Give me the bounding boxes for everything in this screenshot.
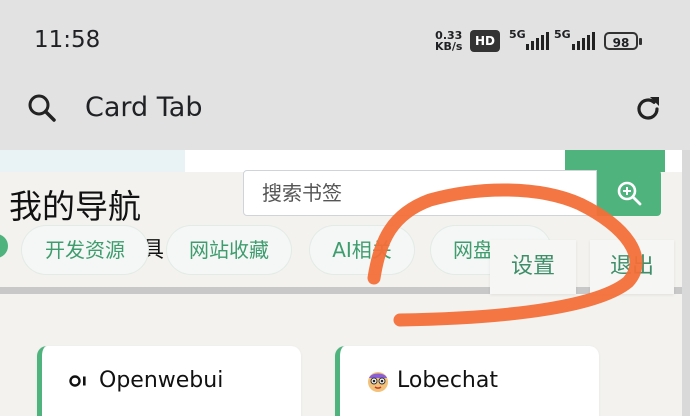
signal-icon [526,32,549,50]
status-time: 11:58 [34,27,101,53]
zoom-search-icon [617,181,642,206]
top-band-tab [0,150,185,172]
card-title: Lobechat [397,368,498,393]
search-button[interactable] [597,170,661,216]
category-chip[interactable]: AI相关 [310,226,414,274]
sim1-network: 5G [509,28,526,41]
sim2-network: 5G [554,28,571,41]
bookmark-card-lobechat[interactable]: Lobechat [335,346,599,416]
lobechat-logo-icon [368,372,388,392]
top-green-tab[interactable] [565,150,665,172]
net-speed-unit: KB/s [435,40,463,53]
category-chip[interactable]: 开发资源 [22,226,148,274]
app-bar: Card Tab [0,78,690,150]
battery-icon: 98 [604,32,642,50]
signal-icon [572,32,595,50]
search-icon[interactable] [26,92,58,124]
page-title: 我的导航 [9,187,141,226]
logout-menu-item[interactable]: 退出 [590,240,674,294]
app-title: Card Tab [85,92,203,123]
scrollbar[interactable] [682,150,690,416]
bookmark-card-openwebui[interactable]: Openwebui [37,346,301,416]
openwebui-logo-icon [69,375,86,387]
hd-voice-icon: HD [470,30,500,52]
battery-level: 98 [612,36,630,50]
category-scroll-indicator [0,234,8,258]
category-divider [0,287,682,294]
category-chip[interactable]: 网站收藏 [167,226,291,274]
hd-label: HD [474,34,495,48]
settings-menu-item[interactable]: 设置 [490,240,576,294]
reload-icon[interactable] [632,93,664,125]
status-bar: 11:58 0.33 KB/s HD 5G 5G 98 [0,0,690,78]
bookmark-search-input[interactable] [243,170,597,216]
net-speed: 0.33 KB/s [435,30,462,52]
card-title: Openwebui [99,368,224,393]
web-content: 我的导航 具 开发资源 网站收藏 AI相关 网盘 设置 退出 Openwebui [0,150,690,416]
